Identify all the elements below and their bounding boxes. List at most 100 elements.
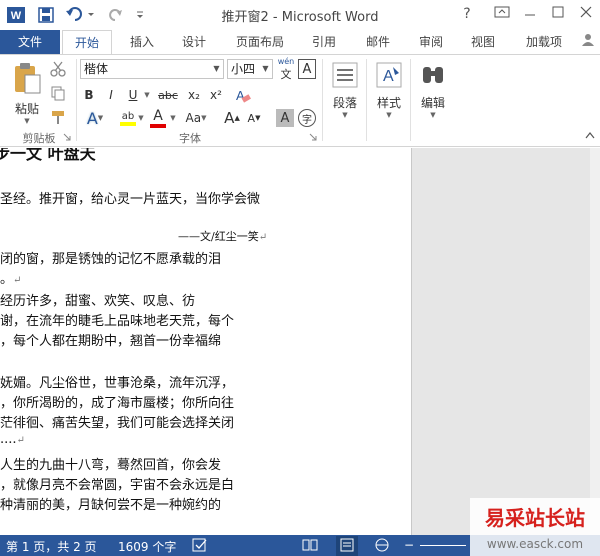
grow-font-label: A bbox=[224, 109, 235, 127]
italic-button[interactable]: I bbox=[102, 85, 120, 105]
doc-line: ，每个人都在期盼中，翘首一份幸福绵 bbox=[0, 334, 222, 349]
print-layout-icon[interactable] bbox=[336, 536, 358, 556]
tab-addins[interactable]: 加载项 bbox=[518, 30, 570, 54]
font-color-dropdown-icon[interactable]: ▼ bbox=[168, 107, 178, 129]
font-group-label: 字体 bbox=[179, 132, 201, 145]
doc-line: 经历许多，甜蜜、欢笑、叹息、彷 bbox=[0, 294, 196, 309]
font-launcher-icon[interactable] bbox=[308, 131, 318, 143]
paragraph-button[interactable]: 段落 ▼ bbox=[326, 61, 364, 131]
zoom-out-button[interactable]: − bbox=[404, 538, 414, 552]
doc-line: ....↵ bbox=[0, 432, 25, 447]
tab-mailings[interactable]: 邮件 bbox=[358, 30, 398, 54]
ribbon-home: 粘贴 ▼ 剪贴板 楷体 ▼ 小四 ▼ wén 文 A B I U ▼ abc x… bbox=[0, 54, 600, 147]
binoculars-icon bbox=[423, 67, 443, 83]
bold-button[interactable]: B bbox=[80, 85, 98, 105]
doc-line: 圣经。推开窗，给心灵一片蓝天，当你学会微 bbox=[0, 192, 261, 207]
tab-view[interactable]: 视图 bbox=[463, 30, 503, 54]
doc-line: 闭的窗，那是锈蚀的记忆不愿承载的泪 bbox=[0, 252, 222, 267]
collapse-ribbon-icon[interactable] bbox=[584, 129, 596, 141]
styles-button[interactable]: A 样式 ▼ bbox=[370, 61, 408, 131]
clipboard-launcher-icon[interactable] bbox=[62, 131, 72, 143]
tab-home[interactable]: 开始 bbox=[62, 30, 112, 55]
tab-page-layout[interactable]: 页面布局 bbox=[228, 30, 292, 54]
close-icon[interactable] bbox=[574, 4, 598, 24]
web-layout-icon[interactable] bbox=[374, 537, 390, 556]
tab-file[interactable]: 文件 bbox=[0, 30, 60, 54]
proofing-icon[interactable] bbox=[192, 537, 208, 556]
copy-icon[interactable] bbox=[48, 83, 68, 103]
paste-label: 粘贴 bbox=[14, 102, 39, 116]
doc-line: 茫徘徊、痛苦失望，我们可能会选择关闭 bbox=[0, 416, 235, 431]
doc-line: 种清丽的美，月缺何尝不是一种婉约的 bbox=[0, 498, 222, 513]
page-count[interactable]: 第 1 页，共 2 页 bbox=[6, 538, 97, 555]
separator bbox=[322, 59, 323, 141]
change-case-button[interactable]: Aa ▼ bbox=[180, 107, 212, 129]
svg-text:A: A bbox=[383, 68, 394, 85]
user-account-icon[interactable] bbox=[578, 30, 598, 54]
strikethrough-button[interactable]: abc bbox=[156, 85, 180, 105]
document-area: 步一文 叶盘天 圣经。推开窗，给心灵一片蓝天，当你学会微 ——文/红尘一笑↵ 闭… bbox=[0, 148, 600, 535]
paste-button[interactable]: 粘贴 ▼ bbox=[10, 61, 44, 125]
read-mode-icon[interactable] bbox=[302, 537, 318, 556]
character-border-button[interactable]: A bbox=[298, 59, 316, 79]
character-shading-button[interactable]: A bbox=[276, 109, 294, 127]
title-bar: W 推开窗2 - Microsoft Word ? bbox=[0, 0, 600, 30]
tab-design[interactable]: 设计 bbox=[174, 30, 214, 54]
doc-line: 人生的九曲十八弯，蓦然回首，你会发 bbox=[0, 458, 222, 473]
font-name-combobox[interactable]: 楷体 ▼ bbox=[80, 59, 224, 79]
byline: ——文/红尘一笑 bbox=[178, 230, 259, 243]
paragraph-label: 段落 bbox=[332, 96, 357, 110]
font-size-value: 小四 bbox=[231, 62, 256, 76]
shrink-font-button[interactable]: A ▼ bbox=[244, 107, 264, 129]
separator bbox=[366, 59, 367, 141]
font-size-combobox[interactable]: 小四 ▼ bbox=[227, 59, 273, 79]
vertical-scrollbar[interactable] bbox=[590, 148, 600, 535]
doc-line: ——文/红尘一笑↵ bbox=[178, 230, 268, 243]
superscript-button[interactable]: x² bbox=[206, 85, 226, 105]
separator bbox=[76, 59, 77, 141]
editing-button[interactable]: 编辑 ▼ bbox=[414, 61, 452, 131]
enclose-characters-button[interactable]: 字 bbox=[298, 109, 316, 127]
text-effects-button[interactable]: A ▼ bbox=[80, 107, 110, 129]
format-painter-icon[interactable] bbox=[48, 107, 68, 127]
doc-line: 谢，在流年的睫毛上品味地老天荒，每个 bbox=[0, 314, 235, 329]
zoom-slider[interactable] bbox=[420, 545, 466, 546]
ribbon-display-options-icon[interactable] bbox=[490, 4, 514, 24]
phonetic-guide-button[interactable]: wén 文 bbox=[276, 57, 296, 81]
grow-font-button[interactable]: A ▲ bbox=[222, 107, 242, 129]
tab-insert[interactable]: 插入 bbox=[122, 30, 162, 54]
phonetic-guide-label: wén bbox=[277, 56, 295, 66]
maximize-icon[interactable] bbox=[546, 4, 570, 24]
subscript-button[interactable]: x₂ bbox=[184, 85, 204, 105]
word-count[interactable]: 1609 个字 bbox=[118, 538, 176, 555]
watermark-url: www.easck.com bbox=[487, 537, 583, 551]
font-color-label: A bbox=[153, 107, 163, 124]
change-case-label: Aa bbox=[185, 111, 202, 125]
site-watermark: 易采站长站 www.easck.com bbox=[470, 498, 600, 556]
chevron-down-icon: ▼ bbox=[213, 64, 220, 73]
underline-dropdown-icon[interactable]: ▼ bbox=[142, 85, 152, 105]
paste-icon bbox=[15, 63, 41, 94]
ribbon-tabs: 文件 开始 插入 设计 页面布局 引用 邮件 审阅 视图 加载项 bbox=[0, 30, 600, 55]
styles-icon: A bbox=[376, 62, 402, 88]
styles-label: 样式 bbox=[376, 96, 401, 110]
chevron-down-icon: ▼ bbox=[262, 64, 269, 73]
doc-line: 妩媚。凡尘俗世，世事沧桑，流年沉浮， bbox=[0, 376, 235, 391]
minimize-icon[interactable] bbox=[518, 4, 542, 24]
underline-button[interactable]: U bbox=[124, 85, 142, 105]
help-button[interactable]: ? bbox=[455, 4, 479, 24]
cut-icon[interactable] bbox=[48, 59, 68, 79]
paragraph-icon bbox=[332, 62, 358, 88]
highlight-dropdown-icon[interactable]: ▼ bbox=[136, 107, 146, 129]
highlight-label: ab bbox=[121, 110, 135, 122]
separator bbox=[410, 59, 411, 141]
tab-references[interactable]: 引用 bbox=[304, 30, 344, 54]
tab-review[interactable]: 审阅 bbox=[411, 30, 451, 54]
document-page[interactable]: 步一文 叶盘天 圣经。推开窗，给心灵一片蓝天，当你学会微 ——文/红尘一笑↵ 闭… bbox=[0, 148, 412, 535]
editing-label: 编辑 bbox=[420, 96, 445, 110]
font-color-button[interactable]: A bbox=[148, 107, 168, 129]
clear-formatting-icon[interactable]: A bbox=[232, 85, 252, 105]
font-name-value: 楷体 bbox=[84, 62, 109, 76]
doc-line: ，你所渴盼的，成了海市蜃楼；你所向往 bbox=[0, 396, 235, 411]
watermark-title: 易采站长站 bbox=[485, 506, 585, 530]
